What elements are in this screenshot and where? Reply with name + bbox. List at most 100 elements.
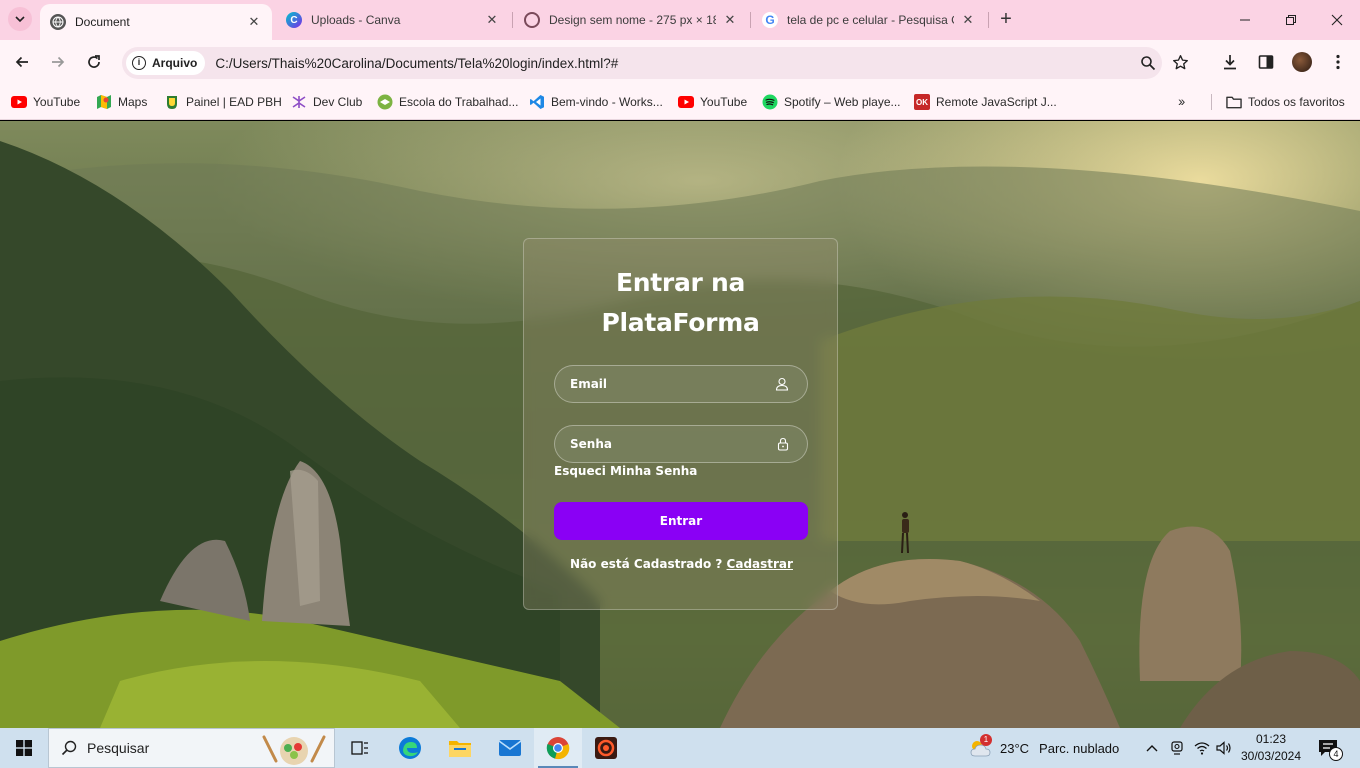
register-link[interactable]: Cadastrar: [727, 557, 793, 571]
bookmark-escola-trabalhador[interactable]: Escola do Trabalhad...: [377, 93, 518, 111]
forgot-password-link[interactable]: Esqueci Minha Senha: [554, 464, 697, 478]
side-panel-button[interactable]: [1254, 50, 1278, 74]
tab-title: Uploads - Canva: [311, 13, 401, 27]
login-page: Entrar na PlataForma Esqueci Minha Senha…: [0, 121, 1360, 728]
bookmark-remote-js[interactable]: OK Remote JavaScript J...: [914, 93, 1057, 111]
restore-button[interactable]: [1268, 0, 1314, 40]
email-field[interactable]: [554, 365, 808, 403]
all-bookmarks-label: Todos os favoritos: [1248, 95, 1345, 109]
close-window-button[interactable]: [1314, 0, 1360, 40]
lock-icon: [777, 437, 789, 451]
downloads-button[interactable]: [1218, 50, 1242, 74]
edge-app-button[interactable]: [386, 728, 434, 768]
wifi-icon: [1194, 742, 1210, 755]
info-icon: i: [132, 56, 146, 70]
bookmarks-separator: [1211, 94, 1212, 110]
reload-button[interactable]: [80, 48, 108, 76]
bookmark-youtube-2[interactable]: YouTube: [678, 93, 747, 111]
email-input[interactable]: [570, 377, 775, 391]
arrow-left-icon: [15, 56, 28, 68]
recorder-app-button[interactable]: [582, 728, 630, 768]
mail-app-button[interactable]: [486, 728, 534, 768]
password-input[interactable]: [570, 437, 777, 451]
bookmark-label: Dev Club: [313, 95, 363, 109]
bookmark-maps[interactable]: Maps: [96, 93, 147, 111]
chrome-app-button[interactable]: [534, 728, 582, 768]
windows-taskbar: Pesquisar 1 23°C Parc. nublado 01:23 30/…: [0, 728, 1360, 768]
avatar: [1292, 52, 1312, 72]
url-text[interactable]: C:/Users/Thais%20Carolina/Documents/Tela…: [215, 56, 618, 71]
minimize-button[interactable]: [1222, 0, 1268, 40]
reload-icon: [88, 55, 100, 68]
close-tab-icon[interactable]: ✕: [960, 12, 976, 28]
edge-icon: [399, 737, 421, 759]
address-bar[interactable]: i Arquivo C:/Users/Thais%20Carolina/Docu…: [122, 47, 1162, 79]
bookmark-dev-club[interactable]: Dev Club: [291, 93, 362, 111]
bookmark-star-button[interactable]: [1168, 50, 1192, 74]
network-button[interactable]: [1194, 728, 1210, 768]
taskbar-clock[interactable]: 01:23 30/03/2024: [1236, 731, 1306, 765]
notification-center-button[interactable]: 4: [1318, 728, 1343, 768]
close-tab-icon[interactable]: ✕: [484, 12, 500, 28]
task-view-button[interactable]: [336, 728, 384, 768]
weather-widget[interactable]: 1 23°C Parc. nublado: [968, 728, 1119, 768]
profile-button[interactable]: [1290, 50, 1314, 74]
tab-document[interactable]: Document ✕: [40, 4, 272, 40]
site-info-chip[interactable]: i Arquivo: [126, 51, 206, 75]
meet-now-button[interactable]: [1170, 728, 1184, 768]
mail-icon: [498, 740, 522, 756]
bookmark-label: YouTube: [33, 95, 81, 109]
chevron-down-icon: [15, 16, 25, 23]
escola-icon: [377, 94, 393, 110]
close-tab-icon[interactable]: ✕: [246, 14, 262, 30]
bookmark-vscode[interactable]: Bem-vindo - Works...: [529, 93, 663, 111]
bookmark-ead-pbh[interactable]: Painel | EAD PBH: [164, 93, 282, 111]
bookmark-label: Spotify – Web playe...: [784, 95, 901, 109]
restore-icon: [1286, 15, 1296, 25]
side-panel-icon: [1258, 55, 1274, 69]
tab-google-search[interactable]: G tela de pc e celular - Pesquisa Google…: [752, 4, 986, 36]
taskbar-search-box[interactable]: Pesquisar: [48, 728, 335, 768]
back-button[interactable]: [8, 48, 36, 76]
clock-date: 30/03/2024: [1240, 749, 1302, 763]
file-explorer-button[interactable]: [436, 728, 484, 768]
browser-toolbar: i Arquivo C:/Users/Thais%20Carolina/Docu…: [0, 40, 1360, 84]
password-field[interactable]: [554, 425, 808, 463]
login-title-line2: PlataForma: [601, 308, 760, 337]
tab-search-button[interactable]: [8, 7, 32, 31]
bookmark-label: Remote JavaScript J...: [936, 95, 1057, 109]
chrome-icon: [546, 737, 570, 760]
taskbar-search-label: Pesquisar: [87, 740, 150, 756]
youtube-icon: [678, 94, 694, 110]
menu-button[interactable]: [1326, 50, 1350, 74]
bookmark-spotify[interactable]: Spotify – Web playe...: [762, 93, 901, 111]
volume-button[interactable]: [1216, 728, 1232, 768]
tab-separator: [988, 12, 989, 28]
vscode-icon: [529, 94, 545, 110]
more-bookmarks-button[interactable]: ››: [1178, 93, 1185, 109]
login-submit-button[interactable]: Entrar: [554, 502, 808, 540]
bookmark-label: Escola do Trabalhad...: [399, 95, 519, 109]
new-tab-button[interactable]: +: [994, 8, 1018, 32]
google-icon: G: [762, 12, 778, 28]
bookmark-youtube[interactable]: YouTube: [11, 93, 80, 111]
bookmark-label: YouTube: [700, 95, 748, 109]
user-icon: [775, 377, 789, 391]
tab-canva-uploads[interactable]: C Uploads - Canva ✕: [276, 4, 510, 36]
all-bookmarks-button[interactable]: Todos os favoritos: [1226, 93, 1345, 111]
close-tab-icon[interactable]: ✕: [722, 12, 738, 28]
show-hidden-icons-button[interactable]: [1146, 728, 1158, 768]
star-icon: [1172, 54, 1188, 69]
weather-badge: 1: [980, 734, 992, 746]
spotify-icon: [762, 94, 778, 110]
zoom-icon[interactable]: [1140, 55, 1156, 71]
forward-button[interactable]: [44, 48, 72, 76]
tab-title: Document: [75, 15, 130, 29]
task-view-icon: [351, 741, 368, 755]
notification-count: 4: [1329, 747, 1343, 761]
bookmarks-bar: YouTube Maps Painel | EAD PBH Dev Club E…: [0, 84, 1360, 120]
tab-design-sem-nome[interactable]: Design sem nome - 275 px × 183 ✕: [514, 4, 748, 36]
start-button[interactable]: [0, 728, 48, 768]
search-icon: [61, 740, 77, 756]
kebab-menu-icon: [1336, 54, 1340, 70]
